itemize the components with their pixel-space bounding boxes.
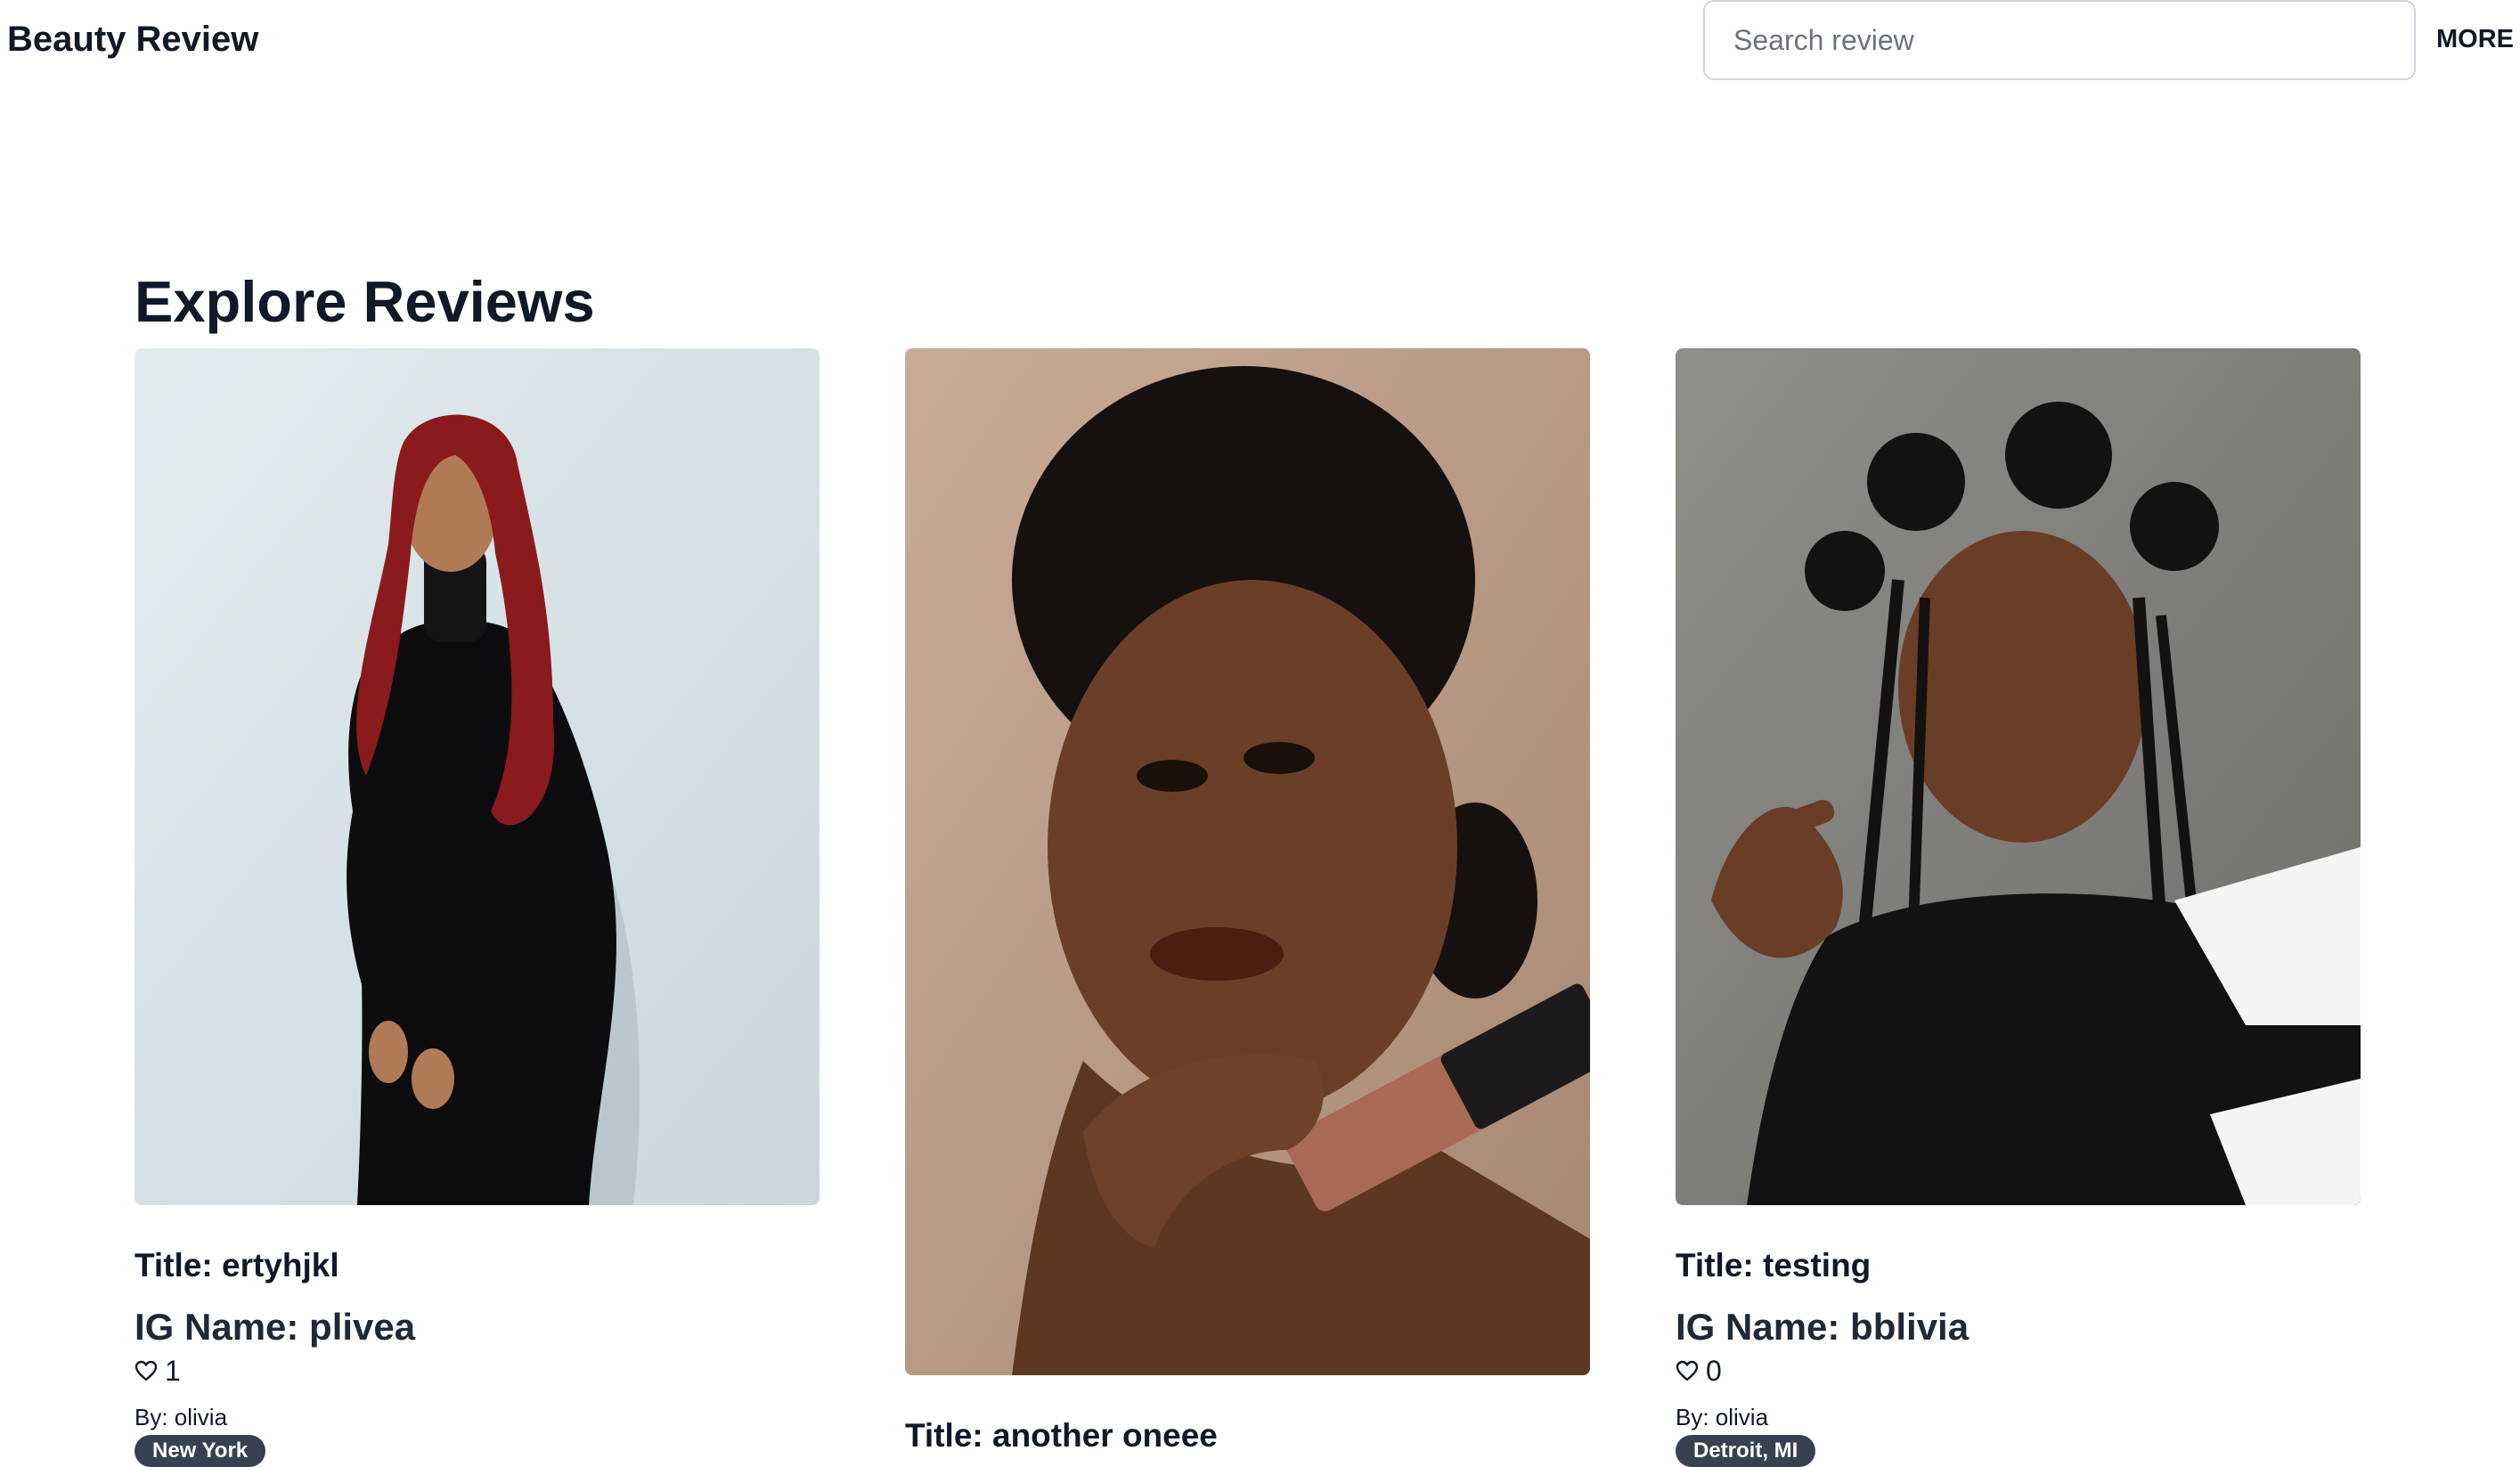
review-image[interactable] — [905, 348, 1590, 1375]
heart-outline-icon[interactable] — [135, 1360, 158, 1381]
review-author: By: olivia — [135, 1404, 228, 1430]
heart-outline-icon[interactable] — [1676, 1360, 1699, 1381]
like-count: 1 — [135, 1353, 820, 1389]
search-input[interactable] — [1703, 0, 2416, 80]
ig-name: IG Name: plivea — [135, 1306, 416, 1348]
location-badge[interactable]: Detroit, MI — [1676, 1435, 1816, 1467]
review-author: By: olivia — [1676, 1404, 1769, 1430]
review-title: Title: another oneee — [905, 1417, 1218, 1454]
review-card[interactable]: Title: another oneee — [905, 348, 1590, 1455]
review-title: Title: testing — [1676, 1247, 1872, 1284]
like-count-value: 1 — [165, 1355, 181, 1387]
review-image[interactable] — [135, 348, 820, 1205]
page-title: Explore Reviews — [135, 269, 595, 334]
location-badge[interactable]: New York — [135, 1435, 266, 1467]
brand-logo[interactable]: Beauty Review — [7, 18, 258, 61]
review-card[interactable]: Title: testing IG Name: bblivia 0 By: ol… — [1676, 348, 2361, 1467]
review-image[interactable] — [1676, 348, 2361, 1205]
ig-name: IG Name: bblivia — [1676, 1306, 1970, 1348]
like-count-value: 0 — [1706, 1355, 1722, 1387]
review-card[interactable]: Title: ertyhjkl IG Name: plivea 1 By: ol… — [135, 348, 820, 1467]
like-count: 0 — [1676, 1353, 2361, 1389]
review-title: Title: ertyhjkl — [135, 1247, 339, 1284]
more-button[interactable]: MORE — [2436, 23, 2514, 55]
